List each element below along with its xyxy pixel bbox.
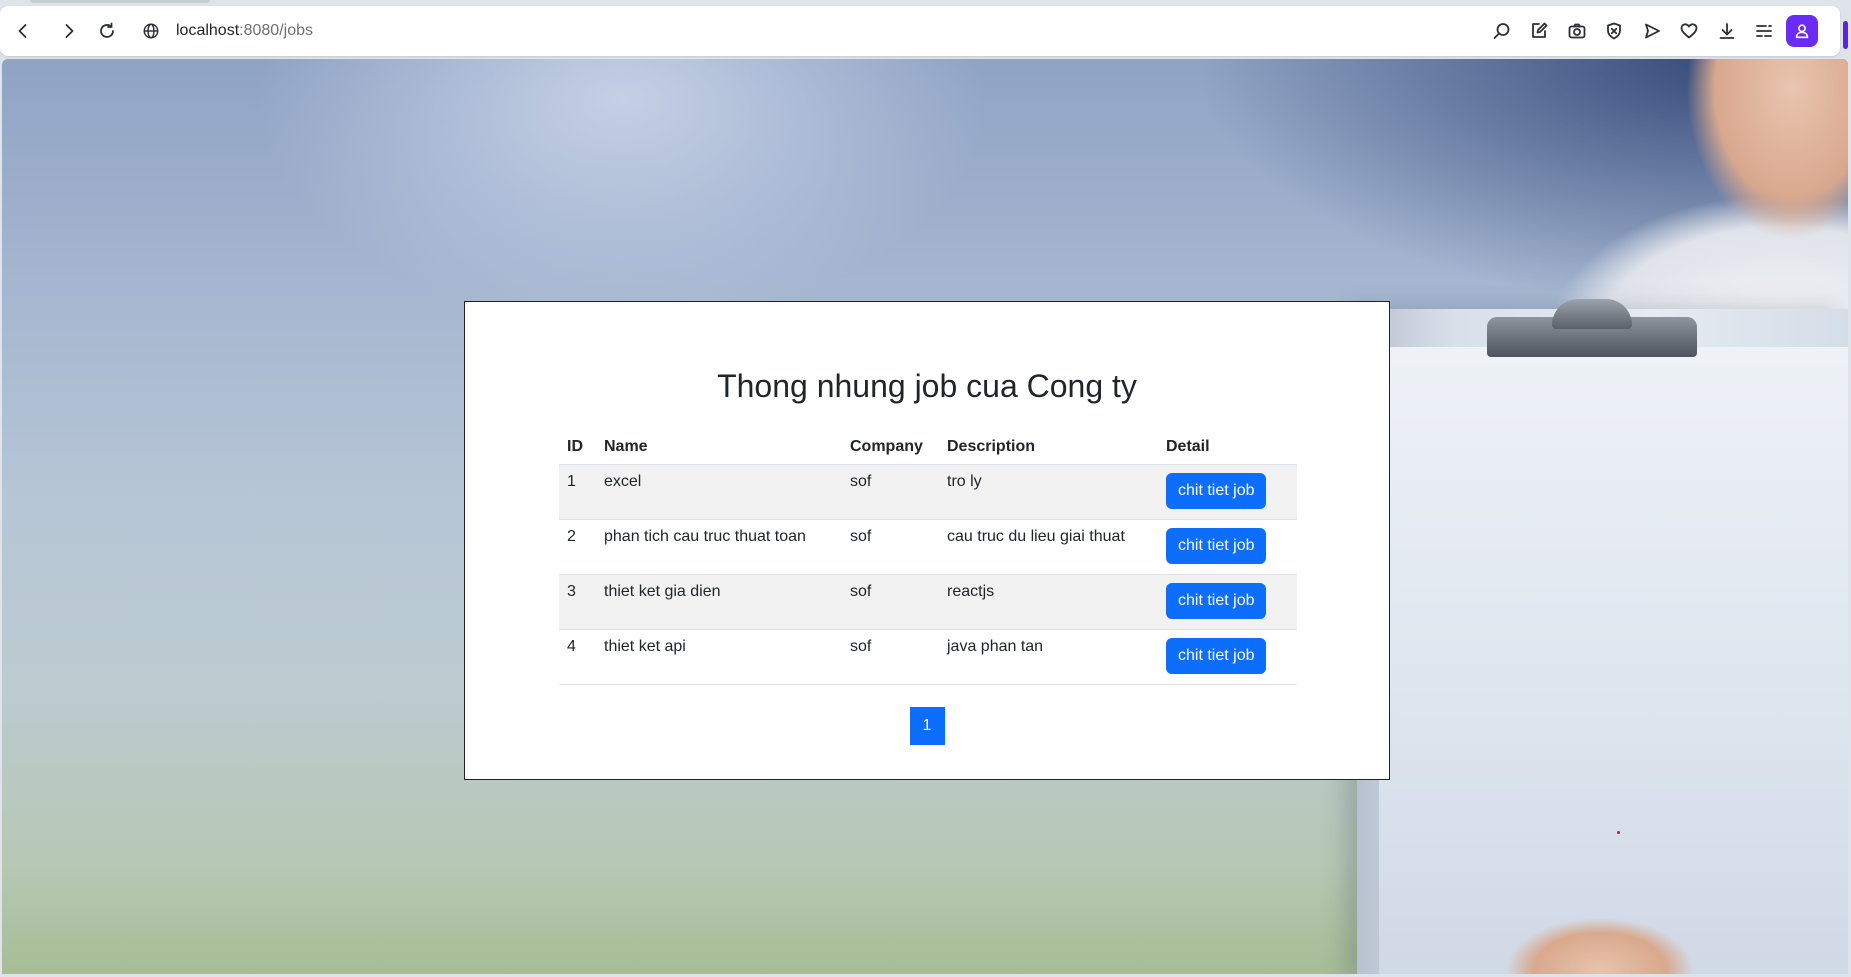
- cell-id: 3: [559, 574, 596, 630]
- back-icon[interactable]: [8, 16, 38, 46]
- profile-icon[interactable]: [1786, 15, 1818, 47]
- cell-company: sof: [842, 629, 939, 685]
- address-bar[interactable]: localhost:8080/jobs: [140, 14, 1440, 48]
- job-detail-button[interactable]: chit tiet job: [1166, 638, 1267, 674]
- cell-name: thiet ket api: [596, 629, 842, 685]
- camera-icon[interactable]: [1562, 16, 1592, 46]
- clipboard-clip-top: [1552, 299, 1632, 329]
- sidebar-toggle[interactable]: [1843, 21, 1848, 49]
- download-icon[interactable]: [1712, 16, 1742, 46]
- table-row: 1 excel sof tro ly chit tiet job: [559, 464, 1297, 520]
- send-icon[interactable]: [1637, 16, 1667, 46]
- cell-description: reactjs: [939, 574, 1158, 630]
- url-text: localhost:8080/jobs: [176, 22, 313, 40]
- reload-icon[interactable]: [92, 16, 122, 46]
- url-path: :8080/jobs: [239, 22, 313, 39]
- header-company: Company: [842, 430, 939, 465]
- search-page-icon[interactable]: [1487, 16, 1517, 46]
- shield-icon[interactable]: [1599, 16, 1629, 46]
- cell-name: excel: [596, 464, 842, 520]
- cell-name: thiet ket gia dien: [596, 574, 842, 630]
- background-person-face: [1562, 59, 1848, 319]
- table-row: 4 thiet ket api sof java phan tan chit t…: [559, 629, 1297, 685]
- cell-id: 1: [559, 464, 596, 520]
- table-row: 2 phan tich cau truc thuat toan sof cau …: [559, 519, 1297, 575]
- active-tab-indicator[interactable]: [30, 0, 210, 3]
- url-host: localhost: [176, 22, 240, 39]
- page-title: Thong nhung job cua Cong ty: [717, 368, 1137, 404]
- site-info-icon[interactable]: [140, 20, 162, 42]
- job-detail-button[interactable]: chit tiet job: [1166, 583, 1267, 619]
- header-description: Description: [939, 430, 1158, 465]
- cell-detail: chit tiet job: [1158, 574, 1297, 630]
- cell-id: 4: [559, 629, 596, 685]
- heart-icon[interactable]: [1674, 16, 1704, 46]
- job-detail-button[interactable]: chit tiet job: [1166, 473, 1267, 509]
- background-clipboard: [1357, 299, 1848, 974]
- header-id: ID: [559, 430, 596, 465]
- header-name: Name: [596, 430, 842, 465]
- clipboard-paper: [1379, 347, 1848, 974]
- table-header-row: ID Name Company Description Detail: [559, 430, 1297, 465]
- jobs-table: ID Name Company Description Detail 1 exc…: [559, 430, 1297, 685]
- cell-description: tro ly: [939, 464, 1158, 520]
- table-row: 3 thiet ket gia dien sof reactjs chit ti…: [559, 574, 1297, 630]
- cell-description: cau truc du lieu giai thuat: [939, 519, 1158, 575]
- page-button-1[interactable]: 1: [909, 707, 945, 745]
- job-detail-button[interactable]: chit tiet job: [1166, 528, 1267, 564]
- cell-company: sof: [842, 464, 939, 520]
- background-dot: [1617, 831, 1620, 834]
- cell-id: 2: [559, 519, 596, 575]
- cell-name: phan tich cau truc thuat toan: [596, 519, 842, 575]
- cell-company: sof: [842, 574, 939, 630]
- forward-icon[interactable]: [54, 16, 84, 46]
- jobs-card: Thong nhung job cua Cong ty ID Name Comp…: [464, 301, 1390, 780]
- background-hand: [1480, 899, 1720, 974]
- header-detail: Detail: [1158, 430, 1297, 465]
- menu-icon[interactable]: [1749, 16, 1779, 46]
- cell-description: java phan tan: [939, 629, 1158, 685]
- edit-icon[interactable]: [1524, 16, 1554, 46]
- cell-company: sof: [842, 519, 939, 575]
- cell-detail: chit tiet job: [1158, 464, 1297, 520]
- pagination: 1: [465, 707, 1389, 745]
- cell-detail: chit tiet job: [1158, 629, 1297, 685]
- browser-toolbar: localhost:8080/jobs: [0, 6, 1848, 56]
- cell-detail: chit tiet job: [1158, 519, 1297, 575]
